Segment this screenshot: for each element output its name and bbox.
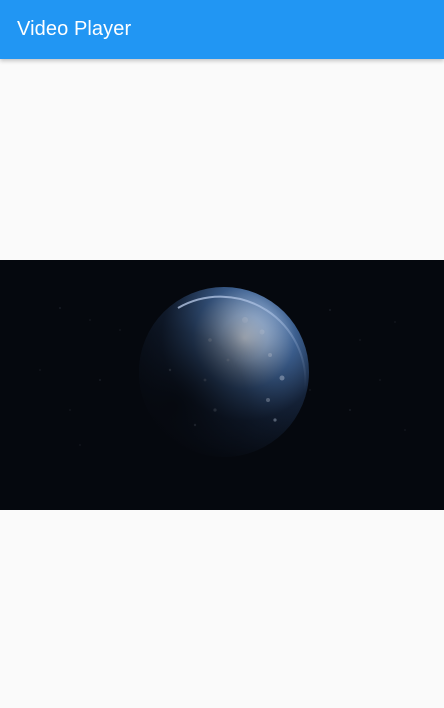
page-body — [0, 59, 444, 708]
earth-globe-icon — [139, 287, 309, 457]
app-bar: Video Player — [0, 0, 444, 59]
video-player[interactable] — [0, 260, 444, 510]
video-frame — [0, 260, 444, 510]
app-bar-title: Video Player — [17, 18, 132, 40]
app-root: Video Player — [0, 0, 444, 708]
